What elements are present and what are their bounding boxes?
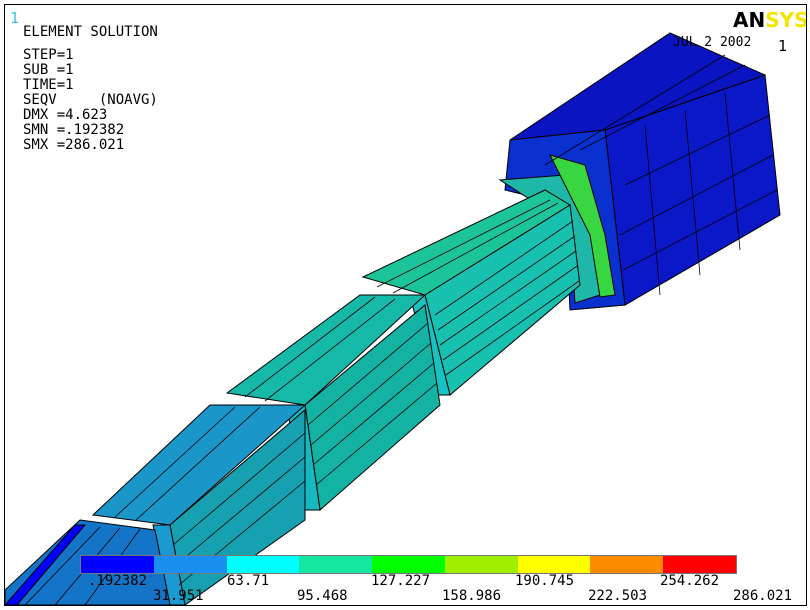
smx-line: SMX =286.021 [23,137,125,153]
legend-band-5 [372,556,445,573]
page-number: 1 [778,37,788,55]
solution-info: ELEMENT SOLUTION STEP=1 SUB =1 TIME=1 SE… [23,25,158,153]
legend-label-2: 63.71 [227,573,270,589]
window-number: 1 [10,9,20,27]
legend-band-4 [299,556,373,573]
smn-line: SMN =.192382 [23,122,125,138]
legend-band-9 [663,556,737,573]
legend-band-7 [517,556,591,573]
legend-band-6 [444,556,518,573]
legend-band-1 [81,556,154,573]
solution-title: ELEMENT SOLUTION [23,24,158,40]
legend-label-6: 190.745 [515,573,575,589]
legend-label-7: 222.503 [588,588,648,604]
legend-label-1: 31.951 [153,588,204,604]
time-line: TIME=1 [23,77,74,93]
legend-label-8: 254.262 [660,573,720,589]
legend-label-4: 127.227 [371,573,431,589]
legend-label-3: 95.468 [297,588,348,604]
logo-part-sys: SYS [765,8,807,32]
graphics-window: 1 ELEMENT SOLUTION STEP=1 SUB =1 TIME=1 … [4,4,807,606]
legend-band-2 [153,556,227,573]
legend-label-5: 158.986 [442,588,502,604]
date-stamp: JUL 2 2002 [673,35,752,50]
logo-part-an: AN [733,8,766,32]
ansys-logo: ANSYS [733,8,807,32]
contour-legend-bar [80,555,737,574]
seqv-line: SEQV (NOAVG) [23,92,158,108]
legend-band-3 [226,556,300,573]
legend-label-min: .192382 [88,573,148,589]
legend-label-max: 286.021 [733,588,793,604]
legend-band-8 [590,556,664,573]
dmx-line: DMX =4.623 [23,107,108,123]
step-line: STEP=1 [23,47,74,63]
sub-line: SUB =1 [23,62,74,78]
